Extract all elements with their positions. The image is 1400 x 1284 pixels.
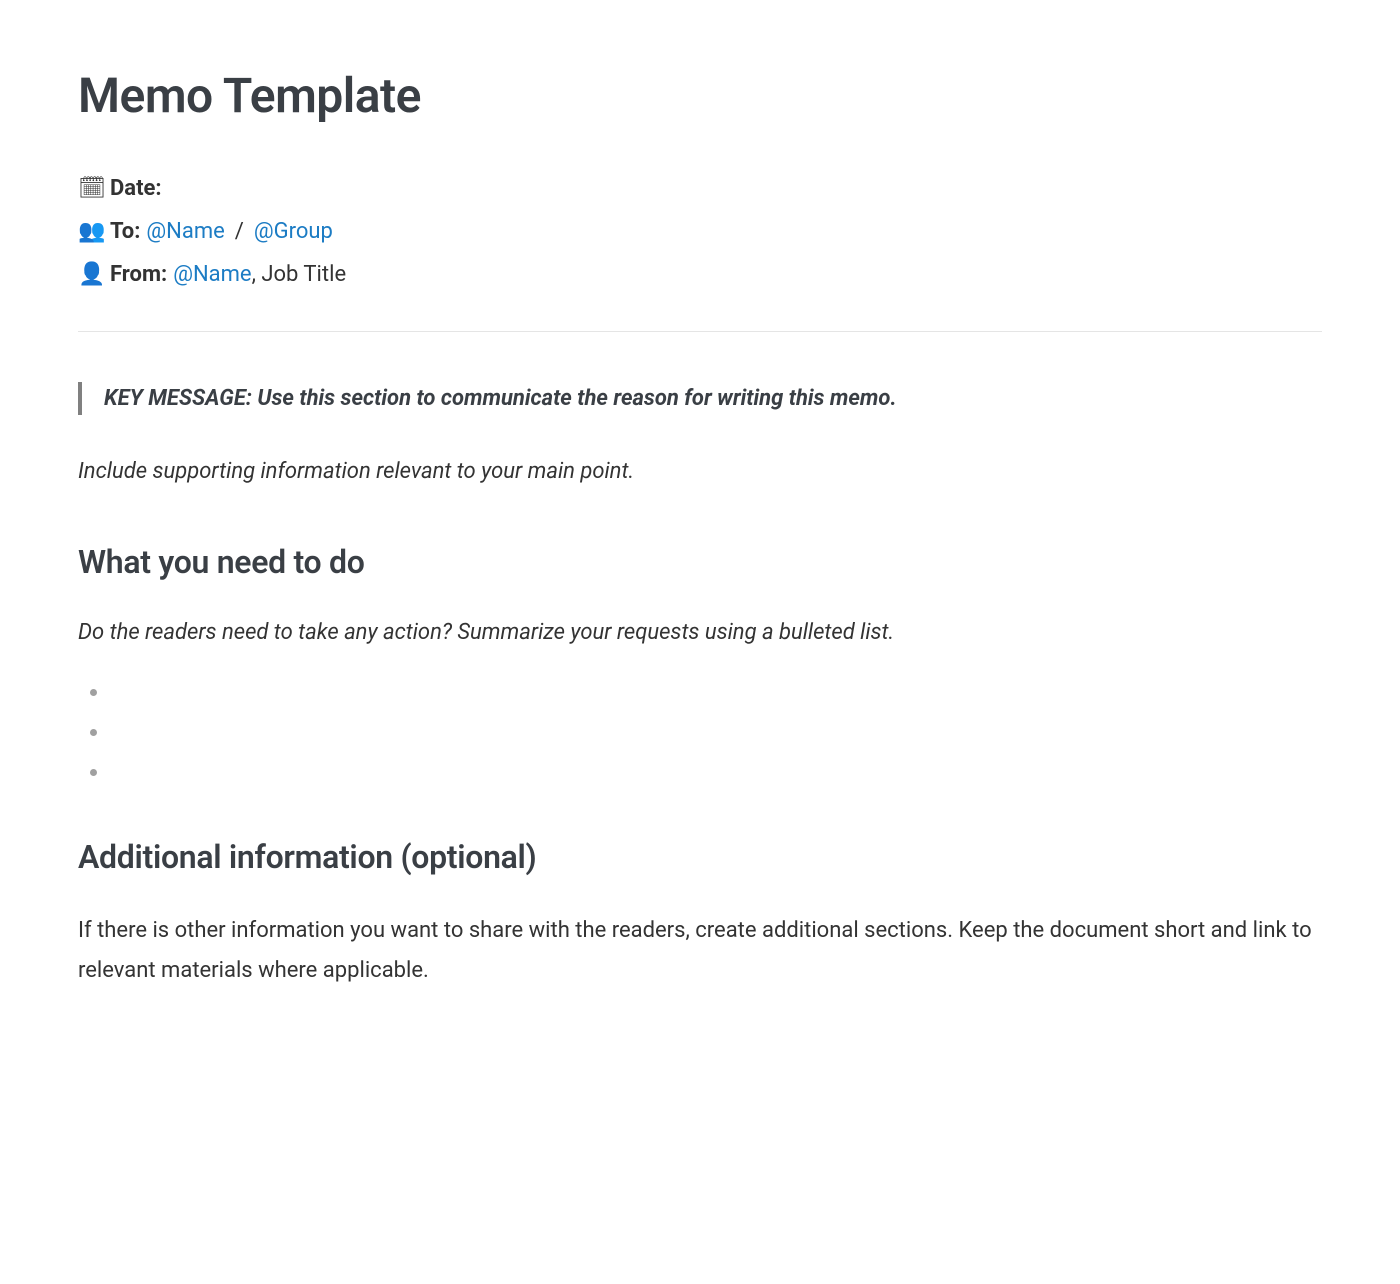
key-message-text: KEY MESSAGE: Use this section to communi… — [104, 382, 1322, 415]
meta-from-label: From: — [110, 258, 167, 291]
meta-date-label: Date: — [110, 172, 162, 205]
divider — [78, 331, 1322, 332]
to-name-mention[interactable]: @Name — [146, 215, 224, 248]
page-title: Memo Template — [78, 60, 1322, 132]
meta-from-line: 👤 From: @Name, Job Title — [78, 258, 1322, 291]
todo-description: Do the readers need to take any action? … — [78, 616, 1322, 649]
people-icon: 👥 — [78, 215, 104, 248]
list-item — [96, 679, 1322, 703]
todo-list — [78, 679, 1322, 783]
key-message-block: KEY MESSAGE: Use this section to communi… — [78, 382, 1322, 415]
calendar-icon: 🗓 — [78, 172, 104, 205]
additional-body: If there is other information you want t… — [78, 911, 1322, 990]
additional-heading: Additional information (optional) — [78, 833, 1322, 881]
to-separator: / — [235, 215, 244, 248]
list-item — [96, 719, 1322, 743]
meta-date-line: 🗓 Date: — [78, 172, 1322, 205]
from-job-title: , Job Title — [252, 262, 347, 287]
from-name-mention[interactable]: @Name — [173, 262, 251, 287]
list-item — [96, 759, 1322, 783]
person-icon: 👤 — [78, 258, 104, 291]
meta-to-line: 👥 To: @Name / @Group — [78, 215, 1322, 248]
meta-to-label: To: — [110, 215, 140, 248]
todo-heading: What you need to do — [78, 538, 1322, 586]
to-group-mention[interactable]: @Group — [254, 215, 333, 248]
supporting-text: Include supporting information relevant … — [78, 455, 1322, 488]
